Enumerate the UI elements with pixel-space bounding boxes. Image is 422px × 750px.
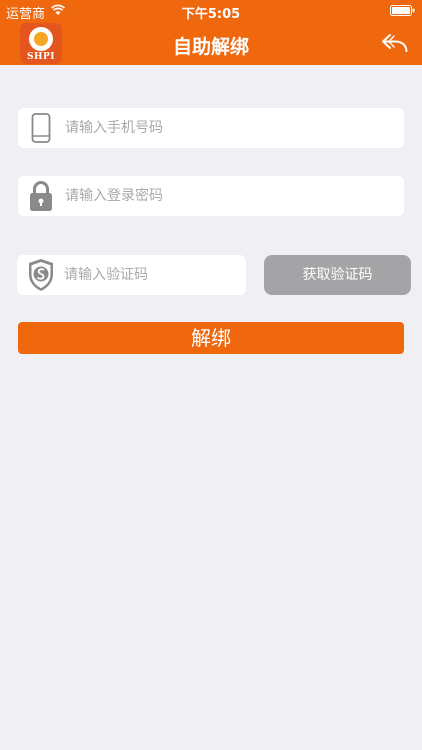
battery-icon (390, 5, 415, 16)
phone-icon (31, 113, 51, 143)
get-code-button[interactable]: 获取验证码 (264, 255, 411, 295)
password-input[interactable] (65, 176, 395, 216)
lock-icon (30, 181, 52, 211)
password-field[interactable] (18, 176, 404, 216)
status-time: 下午5:05 (181, 7, 241, 22)
nav-bar: SHPI 自助解绑 (0, 22, 422, 65)
status-bar: 运营商 下午5:05 (0, 0, 422, 22)
phone-field[interactable] (18, 108, 404, 148)
phone-input[interactable] (65, 108, 395, 148)
back-arrow-icon[interactable] (380, 30, 410, 56)
shield-icon (29, 259, 53, 291)
verification-code-field[interactable] (17, 255, 246, 295)
page-title: 自助解绑 (172, 36, 249, 58)
verification-code-input[interactable] (64, 255, 239, 295)
unbind-button[interactable]: 解绑 (18, 322, 404, 354)
